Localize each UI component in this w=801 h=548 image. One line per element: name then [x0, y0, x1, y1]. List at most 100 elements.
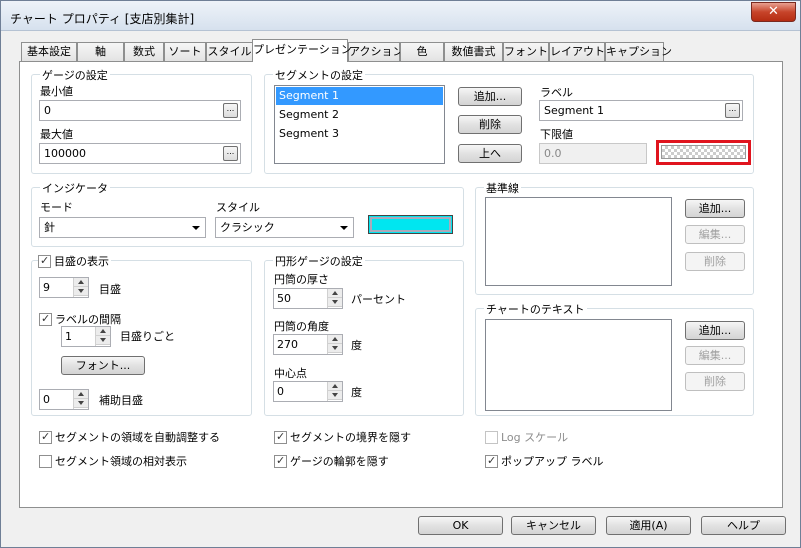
baseline-title: 基準線 [484, 180, 521, 196]
checkbox-box [38, 254, 51, 268]
checkbox-box [274, 454, 287, 468]
hide-gauge-outline-checkbox[interactable]: ゲージの輪郭を隠す [274, 453, 389, 469]
hide-segment-border-label: セグメントの境界を隠す [290, 431, 411, 444]
segment-settings-title: セグメントの設定 [273, 67, 365, 83]
minor-ticks-spinner[interactable]: 0 [39, 389, 89, 410]
checkbox-box [39, 430, 52, 444]
spin-up-icon[interactable] [328, 289, 342, 298]
max-value-expression-button[interactable]: ... [223, 146, 238, 161]
autofit-segments-checkbox[interactable]: セグメントの領域を自動調整する [39, 429, 220, 445]
chevron-down-icon [340, 226, 348, 230]
center-spinner[interactable]: 0 [273, 381, 343, 402]
spin-up-icon[interactable] [328, 382, 342, 391]
chart-text-list[interactable] [485, 319, 672, 411]
spinner-buttons [95, 327, 110, 346]
segment-list[interactable]: Segment 1 Segment 2 Segment 3 [274, 85, 445, 164]
spinner-buttons [73, 390, 88, 409]
spinner-buttons [327, 335, 342, 354]
gauge-settings-title: ゲージの設定 [40, 67, 110, 83]
style-label: スタイル [216, 201, 260, 214]
baseline-list[interactable] [485, 197, 672, 286]
hide-segment-border-checkbox[interactable]: セグメントの境界を隠す [274, 429, 411, 445]
circular-gauge-title: 円形ゲージの設定 [273, 253, 365, 269]
popup-labels-checkbox[interactable]: ポップアップ ラベル [485, 453, 604, 469]
angle-value: 270 [277, 338, 298, 351]
tick-count-unit: 目盛 [99, 283, 121, 296]
segment-label-field[interactable]: Segment 1 ... [539, 100, 743, 121]
checkbox-box [485, 430, 498, 444]
max-value-text: 100000 [44, 147, 86, 160]
chart-text-title: チャートのテキスト [484, 301, 587, 317]
relative-segments-label: セグメント領域の相対表示 [55, 455, 187, 468]
segment-list-item[interactable]: Segment 1 [276, 87, 443, 105]
spin-up-icon[interactable] [74, 390, 88, 399]
popup-labels-label: ポップアップ ラベル [501, 455, 604, 468]
spinner-buttons [73, 278, 88, 297]
checkbox-box [39, 312, 52, 326]
angle-spinner[interactable]: 270 [273, 334, 343, 355]
min-value-expression-button[interactable]: ... [223, 103, 238, 118]
mode-select[interactable]: 針 [39, 217, 206, 238]
checkbox-box [39, 454, 52, 468]
center-label: 中心点 [274, 367, 307, 380]
font-button[interactable]: フォント... [61, 356, 145, 375]
label-interval-unit: 目盛りごと [120, 330, 175, 343]
segment-list-item[interactable]: Segment 2 [276, 106, 443, 124]
panel-content: ゲージの設定 最小値 0 ... 最大値 100000 ... セグメントの設定… [1, 1, 800, 547]
thickness-value: 50 [277, 292, 291, 305]
spin-down-icon[interactable] [328, 391, 342, 400]
checkbox-box [485, 454, 498, 468]
segment-delete-button[interactable]: 削除 [458, 115, 522, 134]
chevron-down-icon [192, 226, 200, 230]
spin-up-icon[interactable] [74, 278, 88, 287]
spin-down-icon[interactable] [328, 344, 342, 353]
segment-add-button[interactable]: 追加... [458, 87, 522, 106]
chart-text-delete-button: 削除 [685, 372, 745, 391]
mode-label: モード [40, 201, 73, 214]
tick-count-spinner[interactable]: 9 [39, 277, 89, 298]
indicator-title: インジケータ [40, 180, 110, 196]
relative-segments-checkbox[interactable]: セグメント領域の相対表示 [39, 453, 187, 469]
log-scale-checkbox: Log スケール [485, 429, 568, 445]
thickness-unit: パーセント [351, 293, 406, 306]
show-ticks-label: 目盛の表示 [54, 255, 109, 268]
indicator-color-swatch[interactable] [368, 215, 453, 234]
spin-down-icon[interactable] [74, 399, 88, 408]
label-interval-spinner[interactable]: 1 [61, 326, 111, 347]
log-scale-label: Log スケール [501, 431, 569, 444]
autofit-segments-label: セグメントの領域を自動調整する [55, 431, 220, 444]
max-value-label: 最大値 [40, 128, 73, 141]
label-interval-checkbox[interactable]: ラベルの間隔 [39, 311, 121, 327]
segment-list-item[interactable]: Segment 3 [276, 125, 443, 143]
spinner-buttons [327, 289, 342, 308]
lower-bound-field: 0.0 [539, 143, 647, 164]
spin-down-icon[interactable] [96, 336, 110, 345]
baseline-delete-button: 削除 [685, 252, 745, 271]
spin-up-icon[interactable] [96, 327, 110, 336]
lower-bound-text: 0.0 [544, 147, 562, 160]
baseline-add-button[interactable]: 追加... [685, 199, 745, 218]
angle-label: 円筒の角度 [274, 320, 329, 333]
min-value-label: 最小値 [40, 85, 73, 98]
min-value-field[interactable]: 0 ... [39, 100, 241, 121]
hide-gauge-outline-label: ゲージの輪郭を隠す [290, 455, 389, 468]
chart-text-add-button[interactable]: 追加... [685, 321, 745, 340]
spin-down-icon[interactable] [328, 298, 342, 307]
minor-ticks-value: 0 [43, 393, 50, 406]
lower-bound-caption: 下限値 [540, 128, 573, 141]
chart-properties-dialog: チャート プロパティ [支店別集計] ✕ 基本設定 軸 数式 ソート スタイル … [0, 0, 801, 548]
spin-down-icon[interactable] [74, 287, 88, 296]
show-ticks-checkbox[interactable]: 目盛の表示 [38, 253, 111, 269]
segment-label-expression-button[interactable]: ... [725, 103, 740, 118]
segment-up-button[interactable]: 上へ [458, 144, 522, 163]
style-select[interactable]: クラシック [215, 217, 354, 238]
spin-up-icon[interactable] [328, 335, 342, 344]
max-value-field[interactable]: 100000 ... [39, 143, 241, 164]
spinner-buttons [327, 382, 342, 401]
minor-ticks-unit: 補助目盛 [99, 394, 143, 407]
highlight-frame [656, 140, 751, 165]
thickness-label: 円筒の厚さ [274, 273, 329, 286]
style-value: クラシック [220, 221, 275, 234]
center-value: 0 [277, 385, 284, 398]
thickness-spinner[interactable]: 50 [273, 288, 343, 309]
